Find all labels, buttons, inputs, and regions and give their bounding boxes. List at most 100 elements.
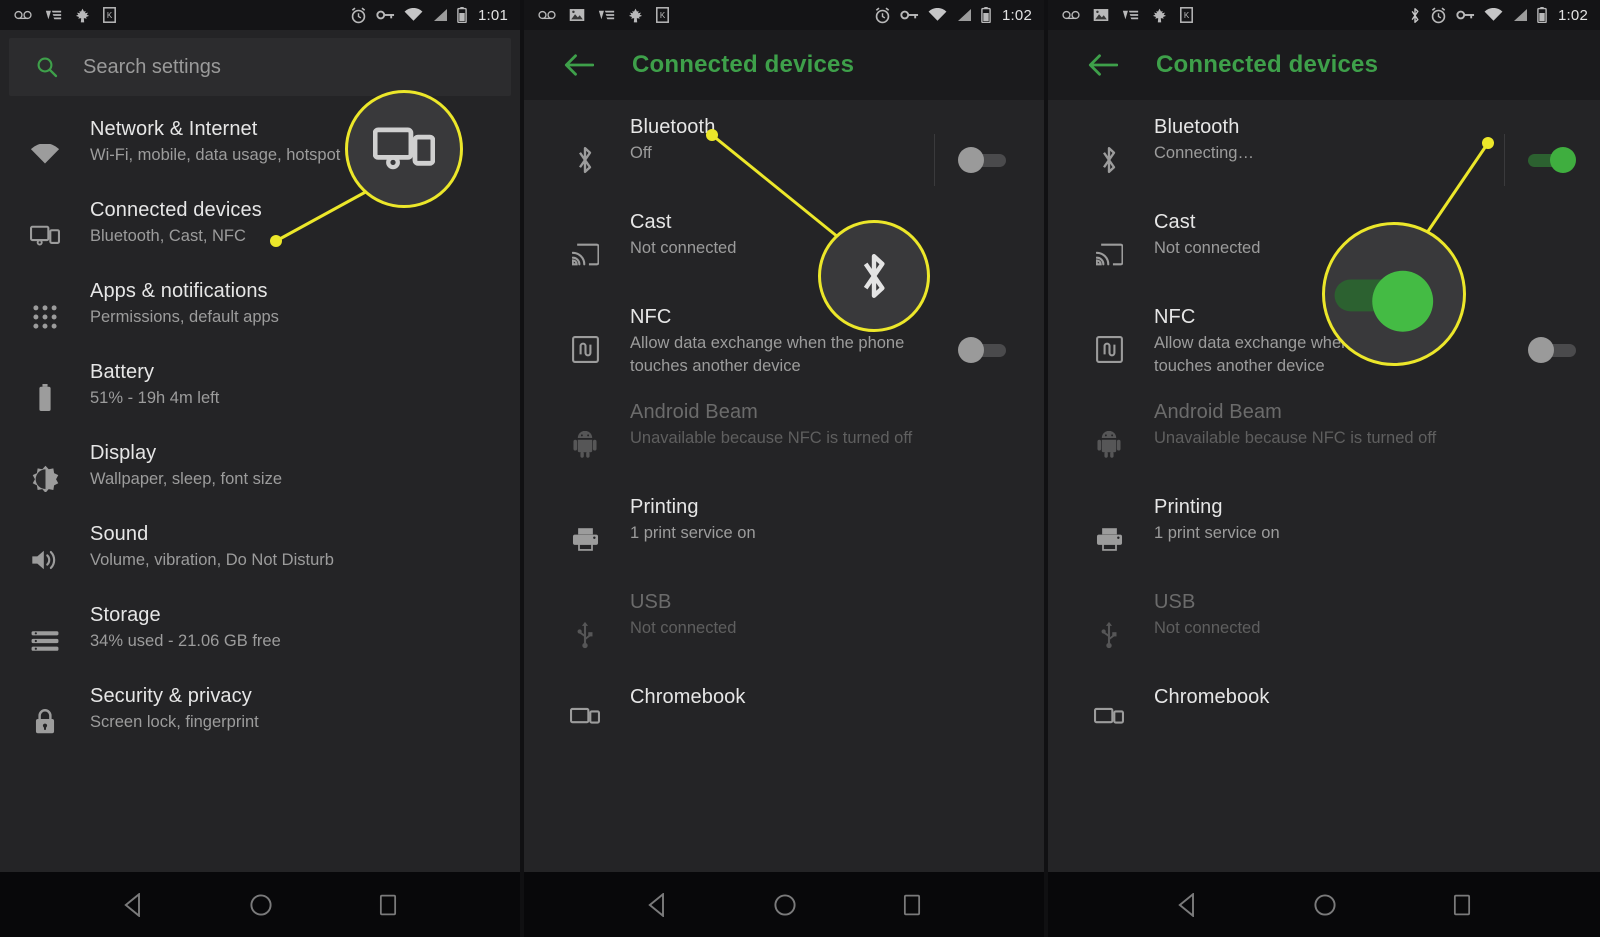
row-title: Cast [1154, 211, 1196, 233]
gallery-icon [1093, 9, 1109, 21]
svg-text:K: K [660, 11, 666, 20]
row-chromebook[interactable]: Chromebook [1048, 682, 1600, 752]
row-android-beam: Android Beam Unavailable because NFC is … [1048, 397, 1600, 492]
app-bar-panel3: Connected devices [1048, 30, 1600, 100]
row-title: Storage [90, 604, 161, 626]
row-title: Security & privacy [90, 685, 252, 707]
row-printing[interactable]: Printing 1 print service on [1048, 492, 1600, 587]
status-bar-panel1: K 1:01 [0, 0, 520, 30]
back-button[interactable] [1176, 892, 1198, 917]
vf-app-icon [1122, 10, 1139, 20]
status-bar-clock: 1:02 [1558, 6, 1588, 24]
row-nfc[interactable]: NFC Allow data exchange when the phone t… [524, 302, 1044, 397]
bluetooth-toggle[interactable] [958, 146, 1006, 173]
settings-row-battery[interactable]: Battery 51% - 19h 4m left [0, 357, 520, 438]
status-bar-left-icons: K [1062, 7, 1193, 23]
nfc-toggle[interactable] [1528, 336, 1576, 363]
bluetooth-toggle-wrap[interactable] [1504, 133, 1600, 186]
row-title: Sound [90, 523, 149, 545]
arrow-back-icon[interactable] [564, 53, 594, 77]
row-nfc[interactable]: NFC Allow data exchange when the phone t… [1048, 302, 1600, 397]
maple-leaf-icon [1152, 8, 1167, 22]
row-title: Printing [630, 496, 699, 518]
row-usb: USB Not connected [524, 587, 1044, 682]
nfc-toggle[interactable] [958, 336, 1006, 363]
kindle-icon: K [656, 7, 669, 23]
search-icon [37, 57, 58, 78]
bluetooth-icon [863, 254, 885, 298]
settings-row-security-privacy[interactable]: Security & privacy Screen lock, fingerpr… [0, 681, 520, 762]
settings-row-apps-notifications[interactable]: Apps & notifications Permissions, defaul… [0, 276, 520, 357]
recents-button[interactable] [1452, 894, 1472, 916]
settings-row-storage[interactable]: Storage 34% used - 21.06 GB free [0, 600, 520, 681]
row-subtitle: Wallpaper, sleep, font size [90, 470, 282, 488]
voicemail-icon [538, 10, 556, 20]
row-subtitle: Not connected [630, 619, 737, 637]
android-nav-bar-panel3 [1048, 872, 1600, 937]
row-subtitle: Permissions, default apps [90, 308, 279, 326]
toggle-on-switch [1334, 270, 1454, 332]
toggle-knob [958, 336, 984, 363]
phone-panel-connected-devices-off: K 1:02 Connected devices Bluetooth Off C… [524, 0, 1044, 937]
chromebook-icon [1086, 706, 1132, 728]
home-button[interactable] [773, 893, 797, 917]
vpn-key-icon [900, 10, 919, 20]
status-bar-right-icons: 1:02 [874, 7, 1032, 24]
android-nav-bar-panel1 [0, 872, 520, 937]
row-subtitle: Off [630, 144, 652, 162]
nfc-toggle-wrap[interactable] [1528, 336, 1600, 363]
nfc-toggle-wrap[interactable] [958, 336, 1044, 363]
battery-icon [22, 383, 68, 412]
row-subtitle: Bluetooth, Cast, NFC [90, 227, 246, 245]
row-printing[interactable]: Printing 1 print service on [524, 492, 1044, 587]
row-title: Apps & notifications [90, 280, 268, 302]
status-bar-panel3: K 1:02 [1048, 0, 1600, 30]
row-subtitle: Unavailable because NFC is turned off [630, 429, 913, 447]
voicemail-icon [1062, 10, 1080, 20]
recents-button[interactable] [902, 894, 922, 916]
row-title: Chromebook [630, 686, 746, 708]
arrow-back-icon[interactable] [1088, 53, 1118, 77]
callout-magnifier-connected-devices [345, 90, 463, 208]
phone-panel-connected-devices-on: K 1:02 Connected devices Bluetooth Conne… [1048, 0, 1600, 937]
printer-icon [1086, 527, 1132, 552]
chromebook-icon [562, 706, 608, 728]
row-subtitle: Not connected [1154, 239, 1261, 257]
settings-list: Network & Internet Wi-Fi, mobile, data u… [0, 96, 520, 762]
toggle-divider [934, 133, 935, 186]
search-settings-bar[interactable]: Search settings [9, 38, 511, 96]
connected-devices-list: Bluetooth Connecting… Cast Not connected… [1048, 100, 1600, 752]
maple-leaf-icon [628, 8, 643, 22]
back-button[interactable] [646, 892, 668, 917]
bluetooth-toggle[interactable] [1528, 146, 1576, 173]
connected-devices-list: Bluetooth Off Cast Not connected NFC All… [524, 100, 1044, 752]
settings-row-sound[interactable]: Sound Volume, vibration, Do Not Disturb [0, 519, 520, 600]
row-subtitle: Volume, vibration, Do Not Disturb [90, 551, 334, 569]
row-title: USB [630, 591, 672, 613]
row-subtitle: 51% - 19h 4m left [90, 389, 220, 407]
cast-icon [1086, 243, 1132, 266]
row-title: Chromebook [1154, 686, 1270, 708]
row-chromebook[interactable]: Chromebook [524, 682, 1044, 752]
back-button[interactable] [122, 892, 144, 917]
brightness-icon [22, 465, 68, 492]
row-title: Connected devices [90, 199, 262, 221]
android-icon [1086, 431, 1132, 458]
toggle-knob [1528, 336, 1554, 363]
home-button[interactable] [1313, 893, 1337, 917]
row-bluetooth[interactable]: Bluetooth Connecting… [1048, 112, 1600, 207]
toggle-knob [958, 146, 984, 173]
vf-app-icon [45, 10, 62, 20]
row-cast[interactable]: Cast Not connected [524, 207, 1044, 302]
row-title: Printing [1154, 496, 1223, 518]
recents-button[interactable] [378, 894, 398, 916]
settings-row-display[interactable]: Display Wallpaper, sleep, font size [0, 438, 520, 519]
settings-row-connected-devices[interactable]: Connected devices Bluetooth, Cast, NFC [0, 195, 520, 276]
cell-signal-icon [958, 9, 971, 21]
home-button[interactable] [249, 893, 273, 917]
toggle-knob [1550, 146, 1576, 173]
row-title: Display [90, 442, 157, 464]
row-bluetooth[interactable]: Bluetooth Off [524, 112, 1044, 207]
row-usb: USB Not connected [1048, 587, 1600, 682]
bluetooth-toggle-wrap[interactable] [934, 133, 1044, 186]
